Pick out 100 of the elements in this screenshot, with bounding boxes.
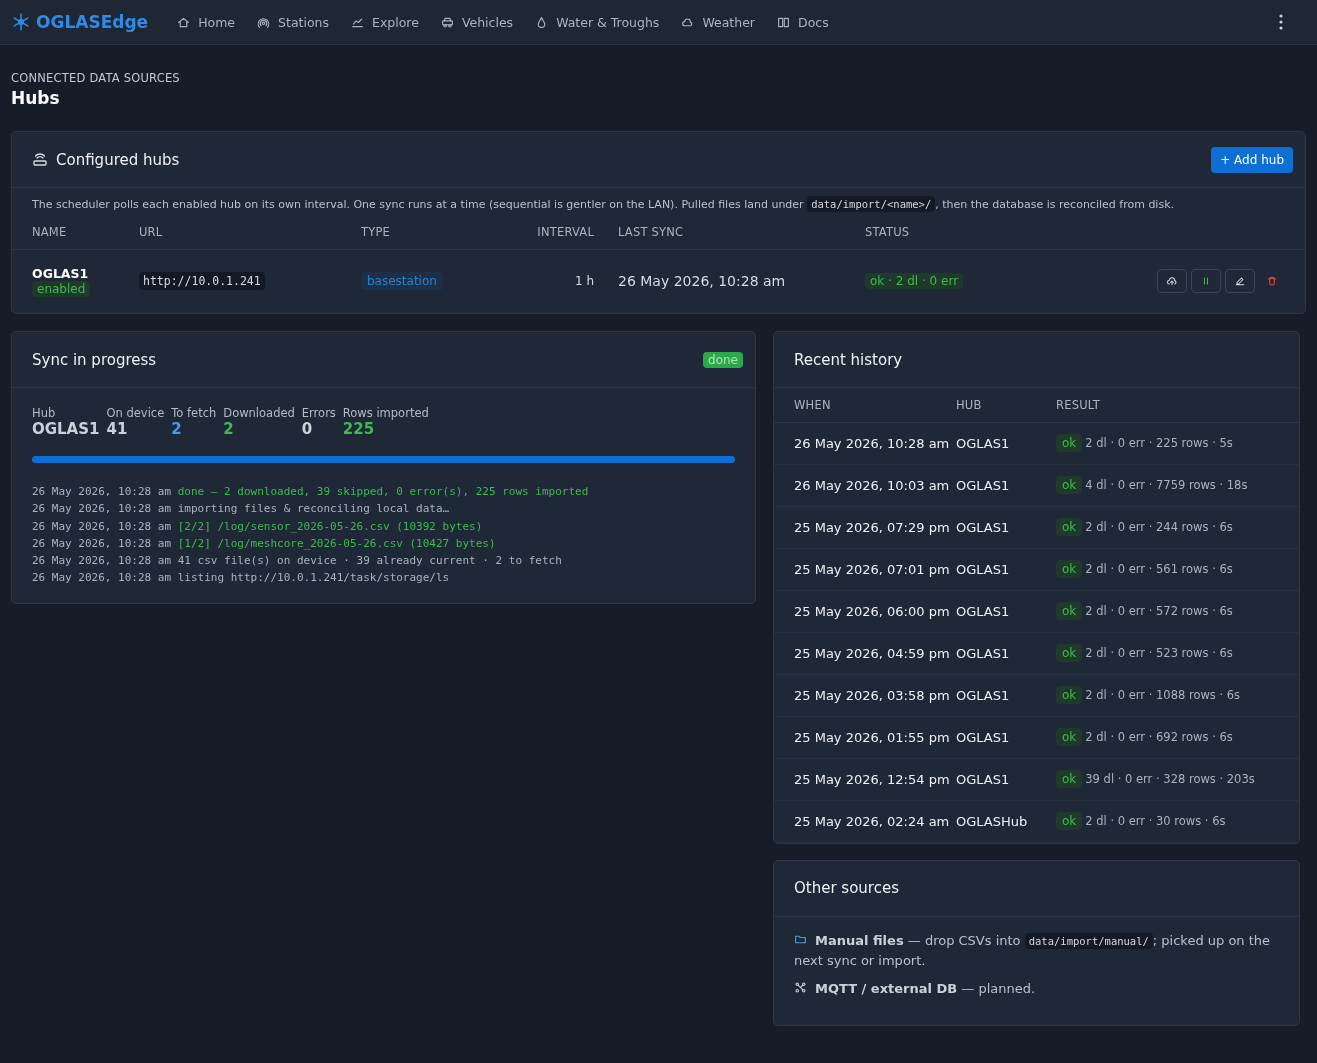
card-title: Configured hubs	[56, 150, 180, 169]
table-cell: OGLAS1	[956, 716, 1056, 758]
column-header: STATUS	[865, 215, 1025, 249]
type-badge: basestation	[361, 272, 443, 291]
stat-value: OGLAS1	[32, 420, 100, 438]
table-cell: 25 May 2026, 07:01 pm	[774, 548, 956, 590]
nav-link[interactable]: Stations	[246, 14, 340, 30]
edit-icon	[1234, 275, 1246, 288]
stat-label: Hub	[32, 406, 57, 420]
brand-name[interactable]: OGLASEdge	[36, 12, 149, 32]
table-cell: 25 May 2026, 12:54 pm	[774, 758, 956, 800]
page-title: Hubs	[11, 88, 61, 108]
stat-value: 0	[301, 420, 314, 438]
result-text: 2 dl · 0 err · 244 rows · 6s	[1085, 520, 1233, 534]
edit-button[interactable]	[1225, 269, 1255, 294]
table-cell: OGLAS1	[956, 590, 1056, 632]
table-cell: 26 May 2026, 10:28 am	[774, 422, 956, 464]
status-badge: ok	[1056, 812, 1083, 830]
table-cell: 25 May 2026, 04:59 pm	[774, 632, 956, 674]
nav-link[interactable]: Home	[166, 14, 247, 30]
result-text: 2 dl · 0 err · 1088 rows · 6s	[1085, 688, 1241, 702]
cloud-icon	[681, 15, 695, 29]
table-cell: OGLAS1	[956, 548, 1056, 590]
column-header: URL	[139, 215, 361, 249]
log-line: 26 May 2026, 10:28 am done — 2 downloaded, 39 skipped, 0 error(s), 225 rows imported	[32, 484, 590, 500]
nodes-icon	[794, 980, 807, 994]
stat-label: Downloaded	[223, 406, 295, 420]
trash-icon	[1266, 275, 1278, 288]
log-line: 26 May 2026, 10:28 am [2/2] /log/sensor_2026-05-26.csv (10392 bytes)	[32, 518, 484, 535]
column-header: NAME	[12, 215, 139, 249]
result-text: 2 dl · 0 err · 30 rows · 6s	[1085, 814, 1226, 828]
column-header: RESULT	[1056, 388, 1299, 422]
log-line: 26 May 2026, 10:28 am 41 csv file(s) on device · 39 already current · 2 to fetch	[32, 553, 563, 570]
stat-label: On device	[106, 406, 165, 420]
card-title: Recent history	[794, 350, 903, 369]
nav-link[interactable]: Vehicles	[429, 14, 525, 30]
table-cell: OGLAS1	[956, 422, 1056, 464]
nav-link[interactable]: Weather	[670, 14, 766, 30]
nav-link[interactable]: Water & Troughs	[524, 14, 671, 30]
done-badge: done	[703, 351, 743, 368]
stat-label: Rows imported	[342, 406, 429, 420]
result-text: 2 dl · 0 err · 225 rows · 5s	[1085, 436, 1233, 450]
interval-text: 1 h	[574, 274, 594, 289]
result-text: 39 dl · 0 err · 328 rows · 203s	[1085, 772, 1255, 786]
book-icon	[777, 15, 790, 29]
result-text: 2 dl · 0 err · 561 rows · 6s	[1085, 562, 1233, 576]
signal-icon	[257, 15, 271, 29]
last-sync-text: 26 May 2026, 10:28 am	[618, 273, 786, 290]
status-badge: ok · 2 dl · 0 err	[865, 273, 964, 290]
source-description: Manual files — drop CSVs into data/import/manual/ ; picked up on the next sync or import.	[794, 931, 1272, 970]
log-line: 26 May 2026, 10:28 am listing http://10.0.1.241/task/storage/ls	[32, 570, 451, 587]
sync-button[interactable]	[1157, 269, 1187, 294]
stat-label: To fetch	[171, 406, 217, 420]
table-cell: 26 May 2026, 10:03 am	[774, 464, 956, 506]
column-header: LAST SYNC	[618, 215, 865, 249]
result-text: 4 dl · 0 err · 7759 rows · 18s	[1085, 478, 1248, 492]
status-badge: ok	[1056, 434, 1083, 452]
status-badge: ok	[1056, 518, 1083, 536]
snowflake-logo-icon	[12, 13, 30, 31]
column-header: INTERVAL	[521, 215, 618, 249]
table-cell: 25 May 2026, 07:29 pm	[774, 506, 956, 548]
hub-name: OGLAS1	[32, 265, 90, 281]
log-line: 26 May 2026, 10:28 am [1/2] /log/meshcore_2026-05-26.csv (10427 bytes)	[32, 535, 497, 552]
table-cell: 25 May 2026, 02:24 am	[774, 800, 956, 842]
table-cell: OGLAS1	[956, 674, 1056, 716]
state-badge: enabled	[32, 280, 91, 297]
table-cell: OGLAS1	[956, 464, 1056, 506]
description-text: The scheduler polls each enabled hub on its own interval. One sync runs at a time (sequential is gentler on the LAN). Pulled files land under data/import/<name>/ , then the database is reconciled from disk.	[31, 195, 1175, 214]
result-text: 2 dl · 0 err · 572 rows · 6s	[1085, 604, 1233, 618]
nav-link[interactable]: Docs	[766, 14, 840, 30]
card-title: Other sources	[794, 879, 899, 897]
log-line: 26 May 2026, 10:28 am importing files & reconciling local data…	[32, 501, 451, 518]
add-hub-button[interactable]: + Add hub	[1211, 146, 1293, 173]
status-badge: ok	[1056, 560, 1083, 578]
column-header: HUB	[956, 388, 1056, 422]
page-eyebrow: CONNECTED DATA SOURCES	[11, 71, 181, 85]
stat-value: 225	[342, 420, 376, 438]
status-badge: ok	[1056, 686, 1083, 704]
table-cell: 25 May 2026, 01:55 pm	[774, 716, 956, 758]
stat-value: 2	[223, 420, 235, 438]
home-icon	[177, 15, 191, 29]
url-text: http://10.0.1.241	[139, 272, 265, 291]
stat-label: Errors	[301, 406, 336, 420]
column-header: WHEN	[774, 388, 956, 422]
status-badge: ok	[1056, 770, 1083, 788]
table-cell: 25 May 2026, 06:00 pm	[774, 590, 956, 632]
vehicle-icon	[440, 15, 454, 29]
card-title: Sync in progress	[32, 350, 157, 369]
status-badge: ok	[1056, 644, 1083, 662]
stat-value: 41	[106, 420, 129, 438]
result-text: 2 dl · 0 err · 523 rows · 6s	[1085, 646, 1233, 660]
table-cell: OGLASHub	[956, 800, 1056, 842]
cloud-upload-icon	[1166, 275, 1178, 288]
stat-value: 2	[171, 420, 183, 438]
nav-link[interactable]: Explore	[340, 14, 430, 30]
column-header: TYPE	[361, 215, 521, 249]
table-cell: OGLAS1	[956, 758, 1056, 800]
status-badge: ok	[1056, 602, 1083, 620]
more-menu-button[interactable]	[1277, 12, 1285, 32]
table-cell: OGLAS1	[956, 506, 1056, 548]
